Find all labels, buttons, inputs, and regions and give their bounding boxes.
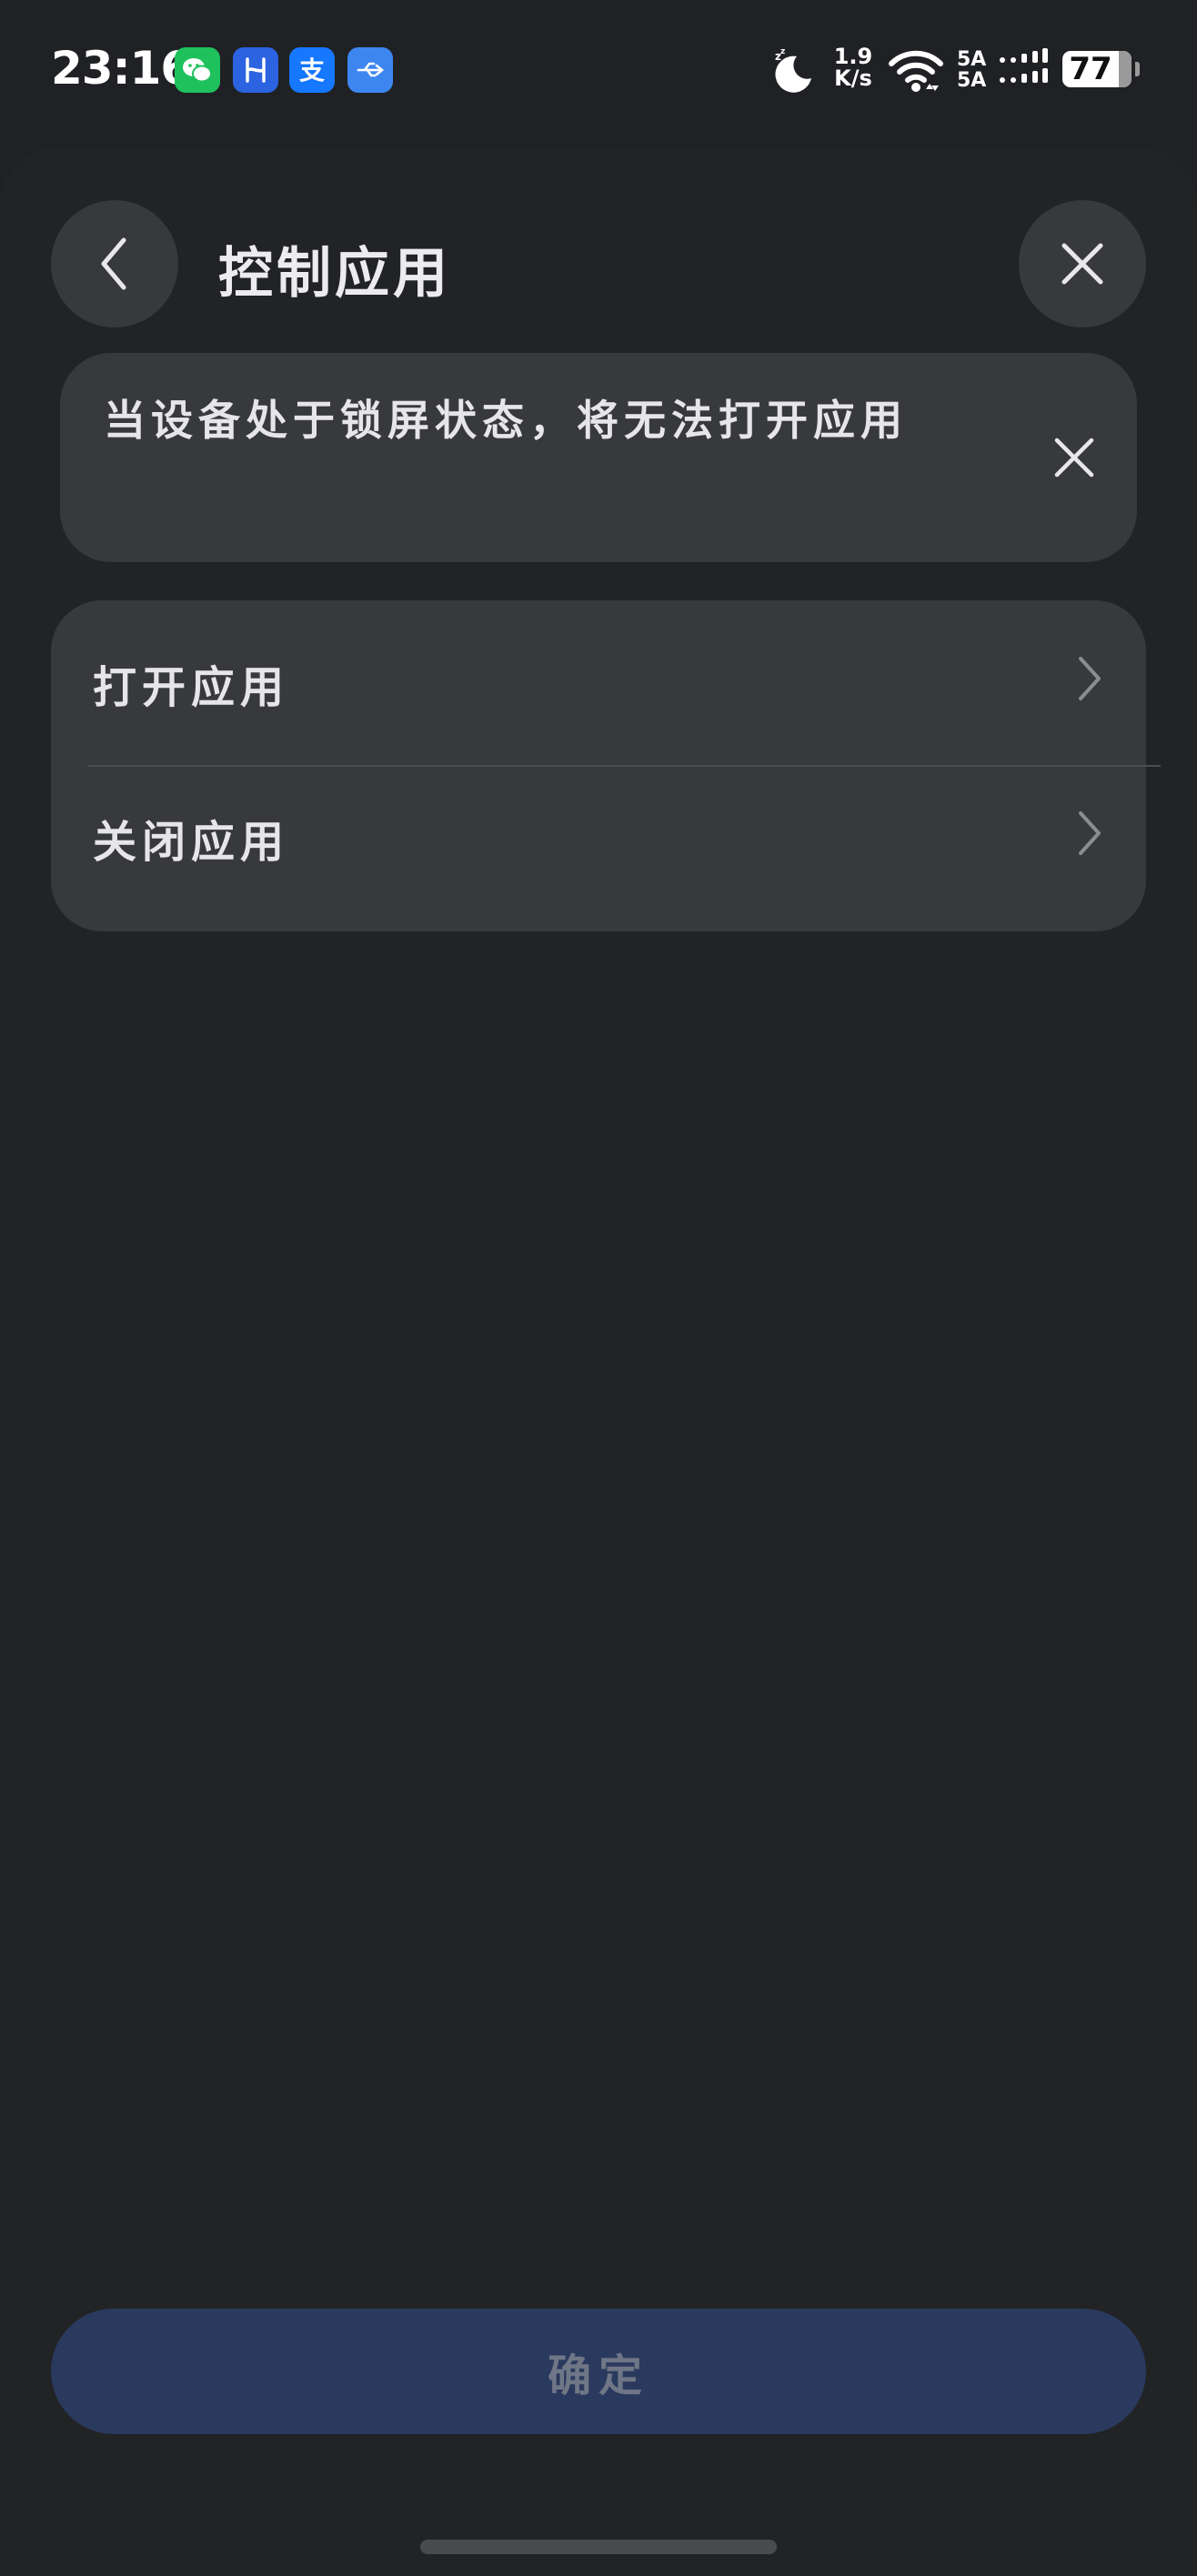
alipay-icon: 支: [289, 47, 335, 93]
battery-icon: 77: [1062, 51, 1132, 87]
back-button[interactable]: [51, 200, 178, 327]
page-title: 控制应用: [218, 242, 451, 306]
chevron-right-icon: [1079, 811, 1101, 855]
usb-icon: [347, 47, 393, 93]
network-speed-value: 1.9: [833, 44, 873, 69]
cellular-signal-icon: [1000, 48, 1048, 83]
notice-text: 当设备处于锁屏状态，将无法打开应用: [104, 396, 908, 445]
svg-text:z: z: [780, 47, 785, 56]
network-speed-unit: K/s: [834, 65, 872, 91]
wifi-icon: [889, 50, 943, 92]
close-button[interactable]: [1019, 200, 1146, 327]
battery-tip: [1135, 62, 1140, 76]
sleep-mode-icon: z z: [775, 47, 811, 93]
notice-dismiss-button[interactable]: [1042, 426, 1106, 489]
signal-label-2: 5A: [957, 69, 987, 92]
list-item-label: 打开应用: [93, 662, 290, 713]
svg-text:支: 支: [299, 55, 325, 86]
confirm-button[interactable]: 确定: [51, 2309, 1146, 2434]
status-bar: 23:16 支 z z 1.9 K/s 5A 5A 77: [0, 0, 1197, 146]
list-item-label: 关闭应用: [93, 817, 290, 868]
battery-percent: 77: [1069, 51, 1112, 87]
chevron-left-icon: [101, 237, 126, 290]
close-icon: [1054, 438, 1094, 478]
status-time: 23:16: [51, 42, 192, 95]
confirm-button-label: 确定: [547, 2352, 649, 2400]
network-speed: 1.9 K/s: [830, 45, 877, 89]
close-icon: [1061, 243, 1103, 285]
lock-screen-notice: 当设备处于锁屏状态，将无法打开应用: [60, 353, 1137, 562]
list-item-open-app[interactable]: 打开应用: [51, 600, 1146, 755]
home-indicator[interactable]: [420, 2540, 777, 2554]
chevron-right-icon: [1079, 657, 1101, 700]
list-item-close-app[interactable]: 关闭应用: [51, 755, 1146, 910]
wechat-icon: [175, 47, 220, 93]
action-list: 打开应用 关闭应用: [51, 600, 1161, 931]
signal-label-1: 5A: [957, 48, 987, 71]
huawei-app-icon: [233, 47, 278, 93]
signal-labels: 5A 5A: [957, 49, 986, 91]
